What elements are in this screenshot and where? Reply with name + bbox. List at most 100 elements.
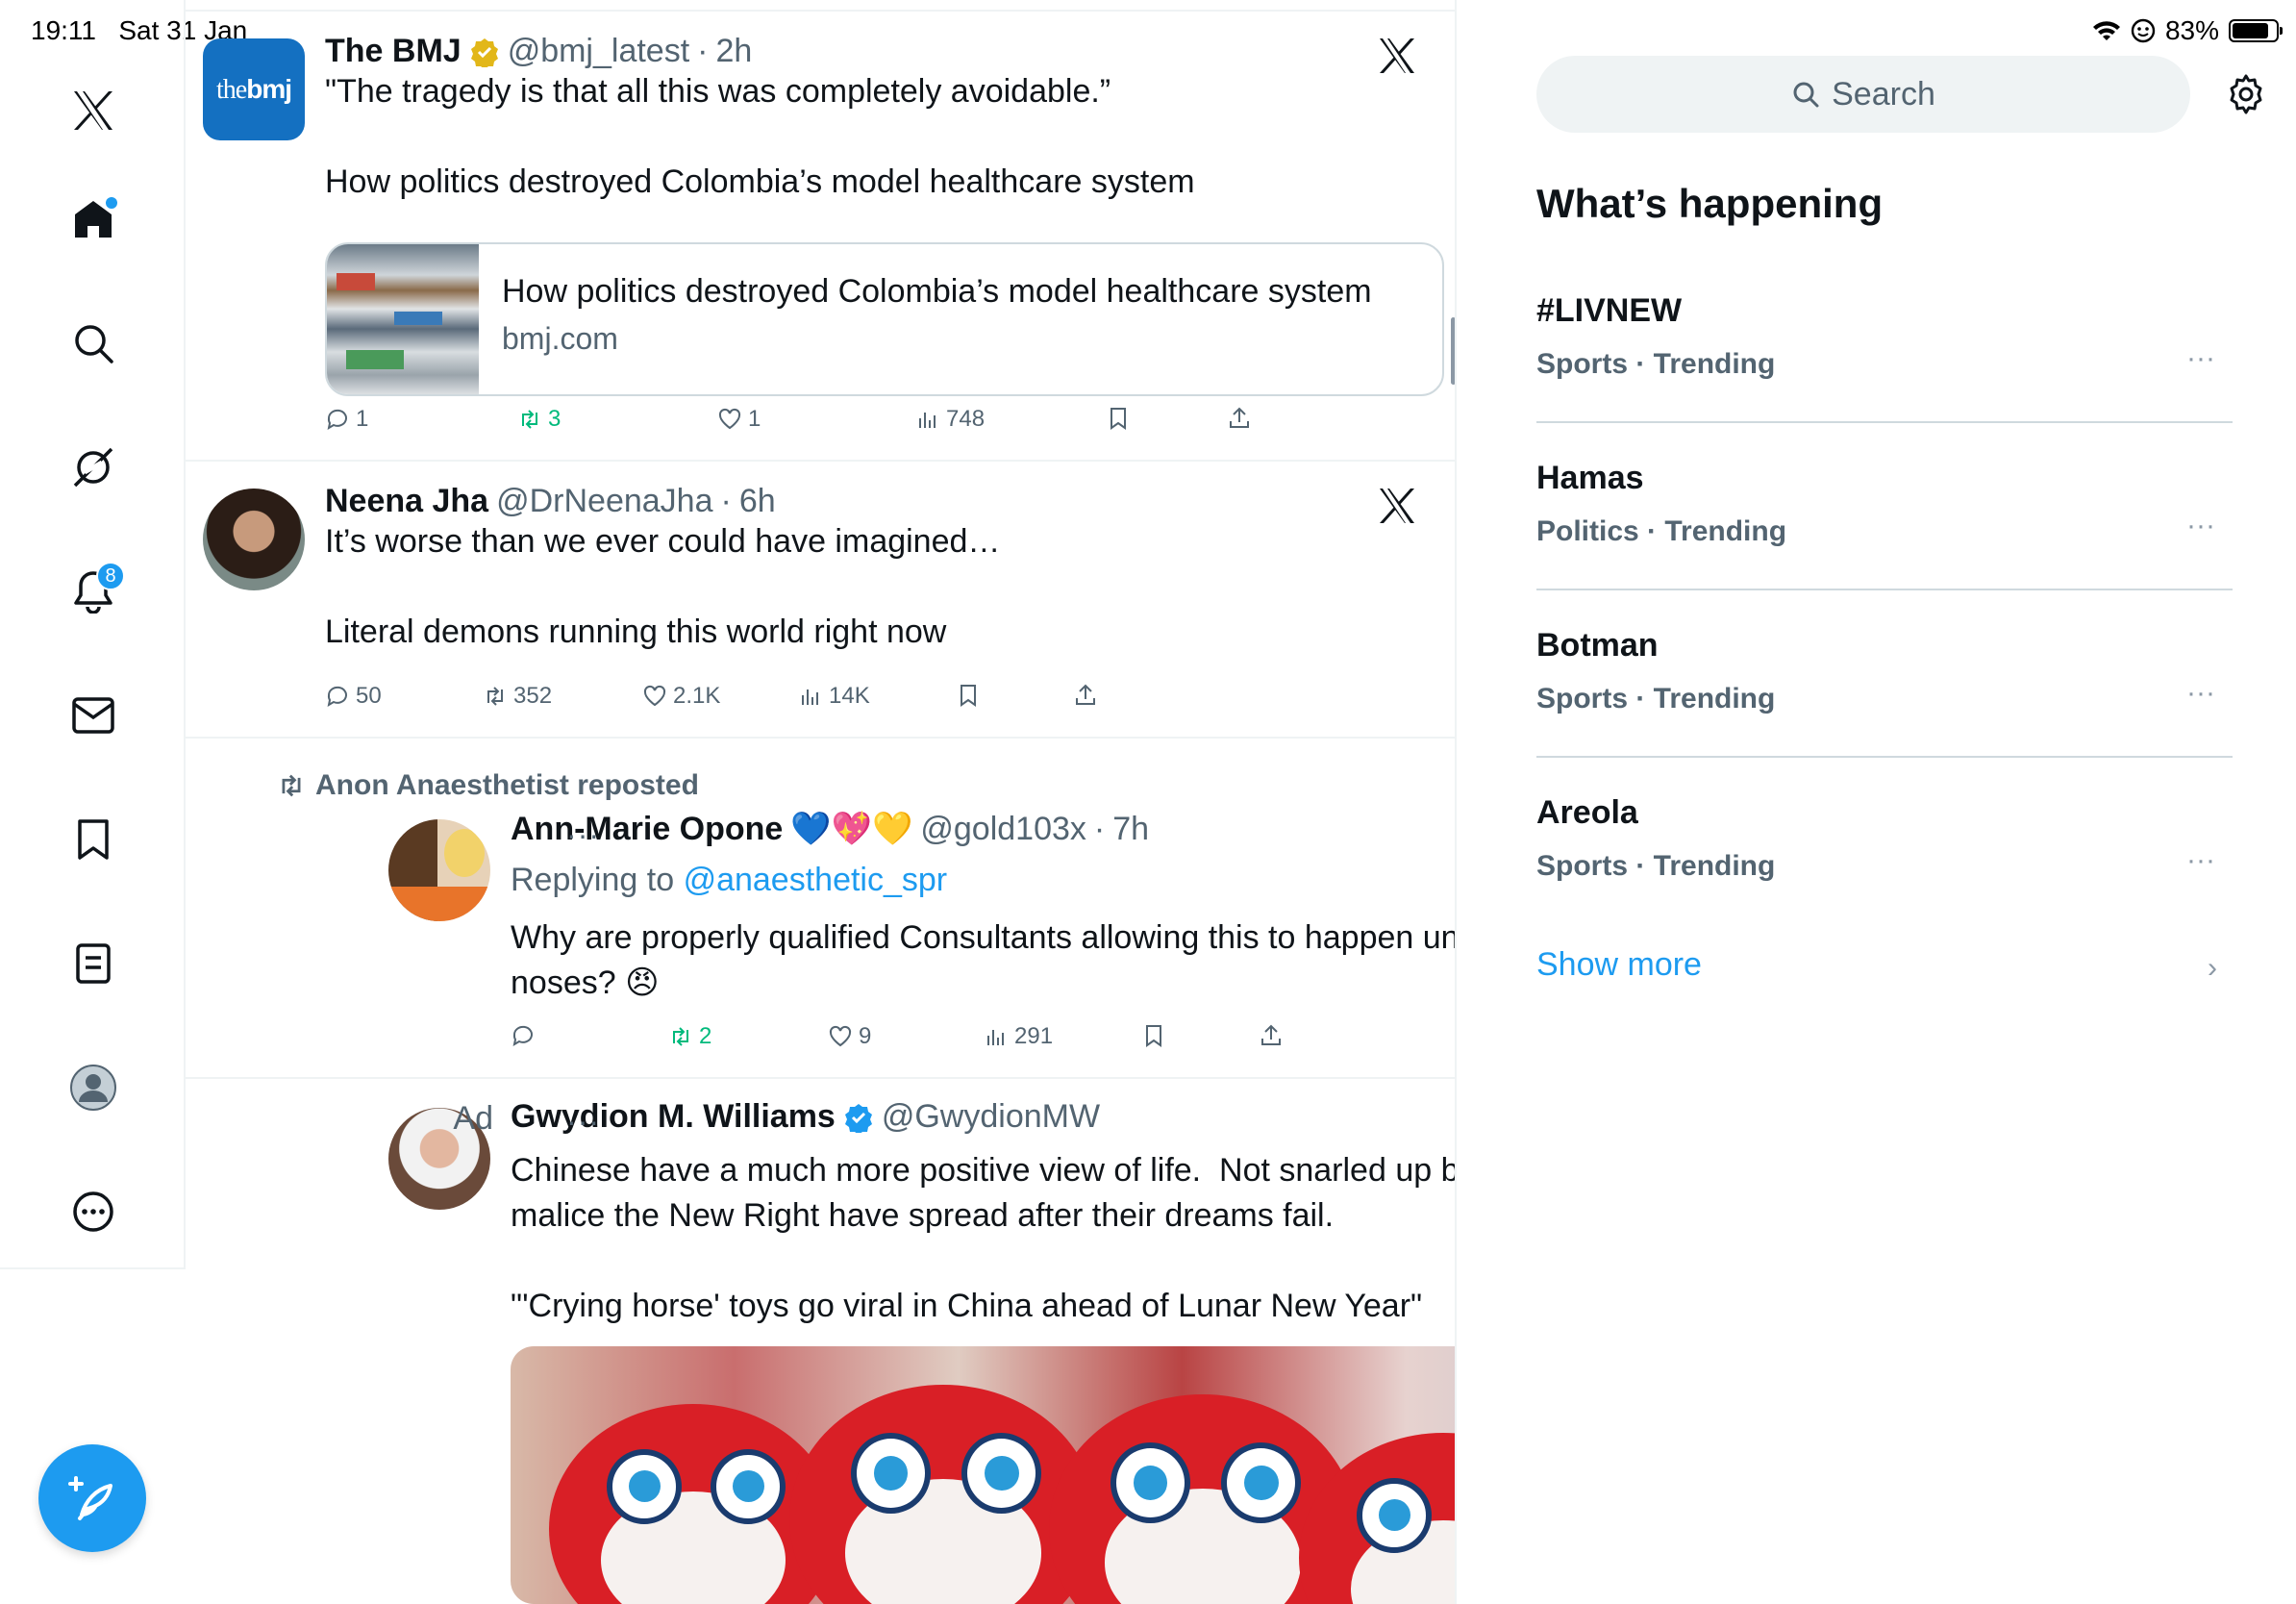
- battery-icon: [2229, 19, 2283, 42]
- repost-button[interactable]: 3: [517, 406, 561, 433]
- trend-item[interactable]: #LIVNEW Sports · Trending ···: [1536, 256, 2233, 423]
- search-input[interactable]: Search: [1536, 56, 2190, 133]
- trend-name: Areola: [1536, 794, 1638, 831]
- repost-icon: [487, 687, 503, 706]
- trend-name: Botman: [1536, 627, 1659, 664]
- lists-icon[interactable]: [60, 930, 127, 997]
- reply-to-handle[interactable]: @anaesthetic_spr: [684, 862, 948, 898]
- views-count: 14K: [829, 683, 870, 709]
- share-icon: [1230, 407, 1249, 428]
- trend-name: #LIVNEW: [1536, 292, 1683, 329]
- author-name[interactable]: Neena Jha: [325, 483, 488, 520]
- trend-more-icon[interactable]: ···: [2186, 844, 2215, 877]
- home-icon[interactable]: [60, 186, 127, 253]
- repost-count: 352: [513, 683, 553, 709]
- like-button[interactable]: 2.1K: [642, 683, 720, 710]
- reply-icon: [327, 686, 347, 708]
- chevron-right-icon[interactable]: ›: [2208, 952, 2217, 985]
- like-button[interactable]: 9: [828, 1023, 871, 1050]
- grok-icon[interactable]: [60, 434, 127, 501]
- more-icon[interactable]: [60, 1178, 127, 1245]
- trend-context: Sports · Trending: [1536, 683, 1776, 714]
- search-placeholder: Search: [1832, 75, 1935, 113]
- compose-feather-icon: [68, 1476, 112, 1520]
- share-button[interactable]: [1227, 406, 1252, 431]
- bmj-logo-text: thebmj: [216, 73, 292, 105]
- views-button[interactable]: 14K: [798, 683, 870, 710]
- more-options-icon[interactable]: ···: [566, 1104, 600, 1140]
- views-button[interactable]: 748: [915, 406, 985, 433]
- search-icon[interactable]: [60, 310, 127, 377]
- tweet-actions: 1 3 1 748: [325, 406, 1286, 444]
- trend-more-icon[interactable]: ···: [2186, 677, 2215, 710]
- battery-percent: 83%: [2164, 15, 2219, 45]
- reply-button[interactable]: 1: [325, 406, 368, 433]
- link-card-title: How politics destroyed Colombia’s model …: [502, 273, 1372, 310]
- compose-post-button[interactable]: [38, 1444, 146, 1552]
- author-handle[interactable]: @GwydionMW: [882, 1098, 1100, 1136]
- trend-context: Sports · Trending: [1536, 348, 1776, 380]
- repost-icon: [282, 774, 301, 797]
- avatar[interactable]: [388, 819, 490, 921]
- repost-button[interactable]: 2: [668, 1023, 711, 1050]
- reply-button[interactable]: [511, 1023, 541, 1048]
- timeline[interactable]: thebmj The BMJ @bmj_latest · 2h "The tra…: [186, 0, 1457, 1604]
- author-handle[interactable]: @bmj_latest: [508, 33, 689, 70]
- author-handle[interactable]: @gold103x: [920, 811, 1086, 848]
- wifi-icon: [2092, 21, 2120, 40]
- replying-to: Replying to @anaesthetic_spr: [511, 862, 948, 898]
- tweet-time[interactable]: 7h: [1112, 811, 1149, 848]
- repost-count: 2: [699, 1023, 712, 1049]
- like-count: 1: [748, 406, 761, 432]
- avatar[interactable]: thebmj: [203, 38, 305, 140]
- tweet-bmj[interactable]: thebmj The BMJ @bmj_latest · 2h "The tra…: [186, 12, 1455, 462]
- show-more-link[interactable]: Show more: [1536, 946, 1702, 984]
- bookmark-icon: [961, 685, 976, 707]
- tweet-header: The BMJ @bmj_latest · 2h: [325, 33, 753, 70]
- author-name[interactable]: The BMJ: [325, 33, 462, 70]
- more-options-icon[interactable]: ···: [566, 817, 600, 853]
- author-name[interactable]: Gwydion M. Williams: [511, 1098, 836, 1136]
- gear-icon[interactable]: [2225, 73, 2267, 115]
- tweet-text: It’s worse than we ever could have imagi…: [325, 523, 1001, 650]
- author-name[interactable]: Ann-Marie Opone: [511, 811, 783, 848]
- link-card[interactable]: How politics destroyed Colombia’s model …: [325, 242, 1444, 396]
- tweet-text: Why are properly qualified Consultants a…: [511, 919, 1457, 1001]
- share-button[interactable]: [1259, 1023, 1284, 1048]
- link-card-thumbnail: [327, 244, 479, 394]
- author-handle[interactable]: @DrNeenaJha: [496, 483, 712, 520]
- trend-more-icon[interactable]: ···: [2186, 510, 2215, 542]
- like-button[interactable]: 1: [717, 406, 761, 433]
- bookmarks-icon[interactable]: [60, 806, 127, 873]
- reply-button[interactable]: 50: [325, 683, 382, 710]
- trend-item[interactable]: Hamas Politics · Trending ···: [1536, 423, 2233, 590]
- tweet-text: Chinese have a much more positive view o…: [511, 1152, 1455, 1324]
- notifications-icon[interactable]: 8: [60, 558, 127, 625]
- avatar[interactable]: [203, 489, 305, 590]
- repost-context[interactable]: Anon Anaesthetist reposted: [277, 769, 699, 802]
- repost-icon: [522, 410, 537, 429]
- tweet-header: Ann-Marie Opone 💙💖💛 @gold103x · 7h: [511, 810, 1150, 848]
- tweet-media-image[interactable]: [511, 1346, 1455, 1604]
- tweet-neena-jha[interactable]: Neena Jha @DrNeenaJha · 6h It’s worse th…: [186, 462, 1455, 739]
- bookmark-button[interactable]: [1141, 1023, 1166, 1048]
- profile-avatar-icon[interactable]: [60, 1054, 127, 1121]
- verified-gold-badge-icon: [470, 38, 498, 67]
- bookmark-button[interactable]: [956, 683, 981, 708]
- tweet-time[interactable]: 2h: [716, 33, 753, 70]
- views-button[interactable]: 291: [984, 1023, 1053, 1050]
- notifications-badge: 8: [96, 562, 125, 590]
- like-count: 2.1K: [673, 683, 721, 709]
- scroll-indicator[interactable]: [1451, 317, 1455, 385]
- repost-button[interactable]: 352: [483, 683, 552, 710]
- trend-item[interactable]: Areola Sports · Trending ···: [1536, 758, 2233, 925]
- messages-icon[interactable]: [60, 682, 127, 749]
- trend-more-icon[interactable]: ···: [2186, 342, 2215, 375]
- trend-item[interactable]: Botman Sports · Trending ···: [1536, 590, 2233, 758]
- tweet-time[interactable]: 6h: [739, 483, 776, 520]
- share-icon: [1076, 684, 1095, 705]
- x-logo-icon[interactable]: [60, 77, 127, 144]
- trend-name: Hamas: [1536, 460, 1644, 496]
- share-button[interactable]: [1073, 683, 1098, 708]
- bookmark-button[interactable]: [1106, 406, 1131, 431]
